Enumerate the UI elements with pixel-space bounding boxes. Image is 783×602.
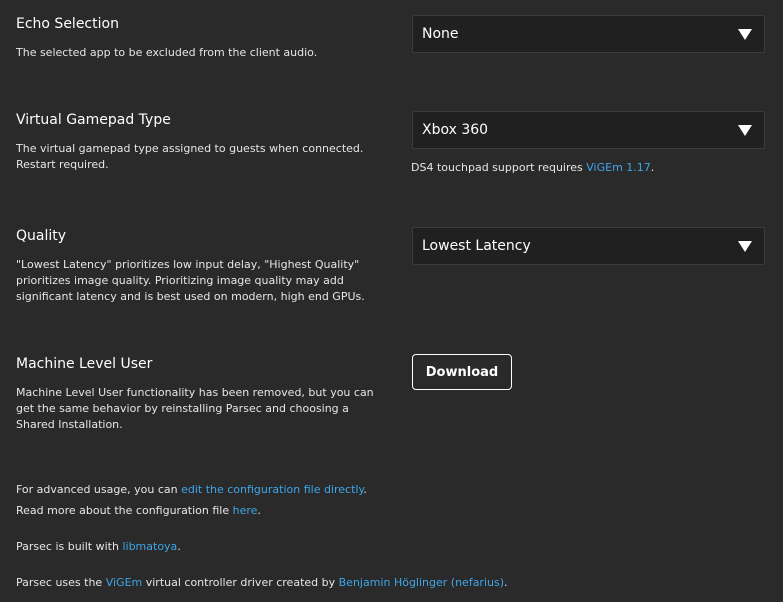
- gamepad-description-line: Restart required.: [16, 158, 109, 171]
- read-more-text: Read more about the configuration file h…: [16, 504, 261, 517]
- echo-selection-label: Echo Selection: [16, 16, 119, 32]
- vigem-credit-text: Parsec uses the ViGEm virtual controller…: [16, 576, 508, 589]
- gamepad-type-label: Virtual Gamepad Type: [16, 112, 171, 128]
- vigem-credit-suffix: .: [504, 576, 508, 589]
- machine-user-label: Machine Level User: [16, 356, 153, 372]
- ds4-hint: DS4 touchpad support requires ViGEm 1.17…: [411, 161, 654, 174]
- advanced-usage-suffix: .: [363, 483, 367, 496]
- dropdown-arrow-icon: [738, 29, 752, 40]
- machine-user-description-line: Machine Level User functionality has bee…: [16, 386, 374, 399]
- gamepad-description-line: The virtual gamepad type assigned to gue…: [16, 142, 364, 155]
- vigem-link[interactable]: ViGEm: [106, 576, 143, 589]
- built-with-prefix: Parsec is built with: [16, 540, 123, 553]
- machine-user-description: Machine Level User functionality has bee…: [16, 385, 376, 433]
- read-more-prefix: Read more about the configuration file: [16, 504, 233, 517]
- quality-label: Quality: [16, 228, 67, 244]
- dropdown-arrow-icon: [738, 125, 752, 136]
- gamepad-type-description: The virtual gamepad type assigned to gue…: [16, 141, 376, 173]
- quality-description: "Lowest Latency" prioritizes low input d…: [16, 257, 376, 305]
- vigem-credit-prefix: Parsec uses the: [16, 576, 106, 589]
- ds4-hint-suffix: .: [650, 161, 655, 174]
- built-with-suffix: .: [177, 540, 181, 553]
- quality-description-line: prioritizes image quality. Prioritizing …: [16, 274, 344, 287]
- edit-config-link[interactable]: edit the configuration file directly: [181, 483, 363, 496]
- settings-page: Echo Selection The selected app to be ex…: [0, 0, 783, 602]
- quality-description-line: "Lowest Latency" prioritizes low input d…: [16, 258, 360, 271]
- echo-selection-description: The selected app to be excluded from the…: [16, 46, 318, 59]
- dropdown-arrow-icon: [738, 241, 752, 252]
- vigem-credit-middle: virtual controller driver created by: [142, 576, 339, 589]
- machine-user-description-line: Shared Installation.: [16, 418, 123, 431]
- quality-dropdown[interactable]: Lowest Latency: [412, 227, 765, 265]
- echo-selection-value: None: [422, 26, 459, 42]
- echo-selection-dropdown[interactable]: None: [412, 15, 765, 53]
- vigem-version-link[interactable]: ViGEm 1.17: [586, 161, 651, 174]
- machine-user-description-line: get the same behavior by reinstalling Pa…: [16, 402, 349, 415]
- quality-value: Lowest Latency: [422, 238, 531, 254]
- download-button[interactable]: Download: [412, 354, 512, 390]
- gamepad-type-dropdown[interactable]: Xbox 360: [412, 111, 765, 149]
- config-docs-link[interactable]: here: [233, 504, 258, 517]
- libmatoya-link[interactable]: libmatoya: [122, 540, 177, 553]
- advanced-usage-prefix: For advanced usage, you can: [16, 483, 182, 496]
- quality-description-line: significant latency and is best used on …: [16, 290, 365, 303]
- advanced-usage-text: For advanced usage, you can edit the con…: [16, 483, 367, 496]
- gamepad-type-value: Xbox 360: [422, 122, 489, 138]
- built-with-text: Parsec is built with libmatoya.: [16, 540, 181, 553]
- ds4-hint-text: DS4 touchpad support requires: [411, 161, 587, 174]
- vigem-author-link[interactable]: Benjamin Höglinger (nefarius): [339, 576, 504, 589]
- read-more-suffix: .: [257, 504, 261, 517]
